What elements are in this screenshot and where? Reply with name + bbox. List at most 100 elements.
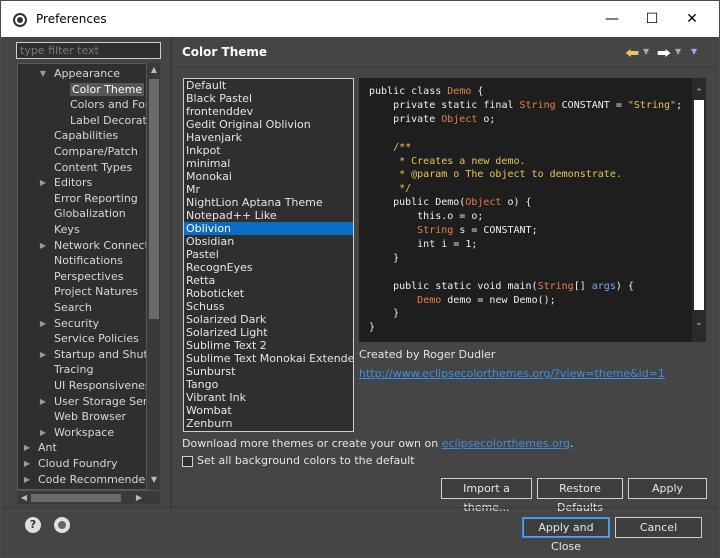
tree-item[interactable]: ▶ Cloud Foundry (22, 456, 118, 471)
tree-item[interactable]: Search (38, 300, 92, 315)
oomph-settings-icon[interactable] (54, 517, 70, 533)
theme-list-item[interactable]: NightLion Aptana Theme (184, 196, 353, 209)
tree-horizontal-scrollbar[interactable]: ◀ ▶ (17, 490, 160, 504)
theme-list-item[interactable]: Inkpot (184, 144, 353, 157)
tree-item[interactable]: Tracing (38, 362, 93, 377)
tree-item[interactable]: Service Policies (38, 331, 139, 346)
tree-item[interactable]: ▶ User Storage Service (38, 394, 159, 409)
tree-item[interactable]: ▶ Startup and Shutdown (38, 347, 159, 362)
theme-list-item[interactable]: RecognEyes (184, 261, 353, 274)
tree-item[interactable]: Web Browser (38, 409, 126, 424)
theme-list-item[interactable]: Oblivion (184, 222, 353, 235)
tree-item[interactable]: Globalization (38, 206, 126, 221)
chevron-right-icon[interactable]: ▶ (38, 316, 48, 331)
preview-scroll-thumb[interactable] (694, 100, 704, 310)
theme-list-item[interactable]: Roboticket (184, 287, 353, 300)
cancel-button[interactable]: Cancel (615, 517, 702, 538)
theme-list-item[interactable]: Solarized Dark (184, 313, 353, 326)
theme-list-item[interactable]: Wombat (184, 404, 353, 417)
tree-item[interactable]: Capabilities (38, 128, 118, 143)
chevron-right-icon[interactable]: ▶ (38, 238, 48, 253)
theme-list-item[interactable]: Default (184, 79, 353, 92)
preference-tree[interactable]: ▼ Appearance Color Theme Colors and Fonts La… (17, 63, 160, 490)
scroll-down-icon[interactable]: ▼ (147, 475, 161, 484)
theme-list-item[interactable]: Monokai (184, 170, 353, 183)
tree-item[interactable]: Content Types (38, 160, 132, 175)
theme-list-item[interactable]: Obsidian (184, 235, 353, 248)
chevron-right-icon[interactable]: ▶ (38, 347, 48, 362)
scroll-up-icon[interactable]: ⌃ (692, 88, 706, 98)
theme-list-item[interactable]: Black Pastel (184, 92, 353, 105)
chevron-down-icon[interactable]: ▼ (38, 66, 48, 81)
tree-hscroll-thumb[interactable] (31, 494, 121, 502)
restore-defaults-button[interactable]: Restore Defaults (537, 478, 623, 514)
theme-list-item[interactable]: Schuss (184, 300, 353, 313)
tree-item[interactable]: ▼ Appearance (38, 66, 120, 81)
theme-list-item[interactable]: minimal (184, 157, 353, 170)
tree-item[interactable]: Compare/Patch (38, 144, 138, 159)
theme-list-item[interactable]: Sunburst (184, 365, 353, 378)
forward-dropdown-icon[interactable]: ▼ (675, 47, 681, 56)
sash[interactable] (170, 37, 172, 507)
theme-list-item[interactable]: Solarized Light (184, 326, 353, 339)
tree-item[interactable]: ▶ Editors (38, 175, 92, 190)
apply-button[interactable]: Apply (628, 478, 707, 499)
maximize-button[interactable]: ☐ (637, 7, 667, 31)
chevron-right-icon[interactable]: ▶ (22, 440, 32, 455)
tree-item[interactable]: Label Decorations (54, 113, 159, 128)
theme-list-item[interactable]: Tango (184, 378, 353, 391)
preview-scrollbar[interactable]: ⌃ ⌄ (692, 78, 706, 342)
chevron-right-icon[interactable]: ▶ (22, 456, 32, 471)
chevron-right-icon[interactable]: ▶ (38, 175, 48, 190)
tree-item[interactable]: UI Responsiveness Monitoring (38, 378, 159, 393)
tree-item[interactable]: Color Theme (54, 82, 145, 97)
scroll-right-icon[interactable]: ▶ (132, 491, 146, 505)
tree-item[interactable]: Colors and Fonts (54, 97, 159, 112)
scroll-down-icon[interactable]: ⌄ (692, 318, 706, 328)
tree-item[interactable]: ▶ Security (38, 316, 99, 331)
import-theme-button[interactable]: Import a theme... (441, 478, 532, 514)
chevron-right-icon[interactable]: ▶ (38, 394, 48, 409)
tree-item[interactable]: Error Reporting (38, 191, 138, 206)
theme-list-item[interactable]: Pastel (184, 248, 353, 261)
chevron-right-icon[interactable]: ▶ (38, 425, 48, 440)
forward-arrow-icon[interactable]: 🠲 (657, 43, 671, 67)
theme-author-link[interactable]: http://www.eclipsecolorthemes.org/?view=… (359, 367, 665, 380)
theme-list-item[interactable]: Sublime Text 2 (184, 339, 353, 352)
help-icon[interactable]: ? (25, 517, 41, 533)
chevron-right-icon[interactable]: ▶ (22, 472, 32, 487)
theme-list-item[interactable]: Retta (184, 274, 353, 287)
close-button[interactable]: ✕ (677, 7, 707, 31)
tree-item[interactable]: ▶ Workspace (38, 425, 114, 440)
minimize-button[interactable]: — (597, 7, 627, 31)
back-arrow-icon[interactable]: 🠰 (625, 43, 639, 67)
theme-list-item[interactable]: Sublime Text Monokai Extended (184, 352, 353, 365)
apply-and-close-button[interactable]: Apply and Close (522, 517, 610, 553)
tree-item[interactable]: Notifications (38, 253, 123, 268)
theme-list-item[interactable]: Zenburn (184, 417, 353, 430)
theme-list-item[interactable]: Notepad++ Like (184, 209, 353, 222)
theme-list-item[interactable]: Mr (184, 183, 353, 196)
tree-item[interactable]: ▶ Ant (22, 440, 57, 455)
tree-scroll-thumb[interactable] (149, 79, 159, 319)
theme-list-item[interactable]: Havenjark (184, 131, 353, 144)
scroll-up-icon[interactable]: ▲ (147, 65, 161, 74)
tree-item[interactable]: ▶ Code Recommenders (22, 472, 156, 487)
tree-item[interactable]: Perspectives (38, 269, 123, 284)
code-token: o; (477, 113, 496, 125)
theme-list-item[interactable]: Vibrant Ink (184, 391, 353, 404)
background-default-label[interactable]: Set all background colors to the default (197, 454, 415, 467)
theme-list[interactable]: Default Black Pastel frontenddev Gedit Orig… (183, 78, 354, 432)
download-link[interactable]: eclipsecolorthemes.org (442, 437, 570, 450)
filter-input[interactable] (16, 42, 161, 59)
tree-vertical-scrollbar[interactable]: ▲ ▼ (146, 63, 160, 490)
tree-item[interactable]: Keys (38, 222, 80, 237)
scroll-left-icon[interactable]: ◀ (17, 491, 31, 505)
tree-item[interactable]: ▶ Network Connections (38, 238, 159, 253)
view-menu-icon[interactable]: ▼ (691, 47, 697, 56)
background-default-checkbox[interactable] (182, 456, 193, 467)
theme-list-item[interactable]: Gedit Original Oblivion (184, 118, 353, 131)
back-dropdown-icon[interactable]: ▼ (643, 47, 649, 56)
theme-list-item[interactable]: frontenddev (184, 105, 353, 118)
tree-item[interactable]: Project Natures (38, 284, 138, 299)
